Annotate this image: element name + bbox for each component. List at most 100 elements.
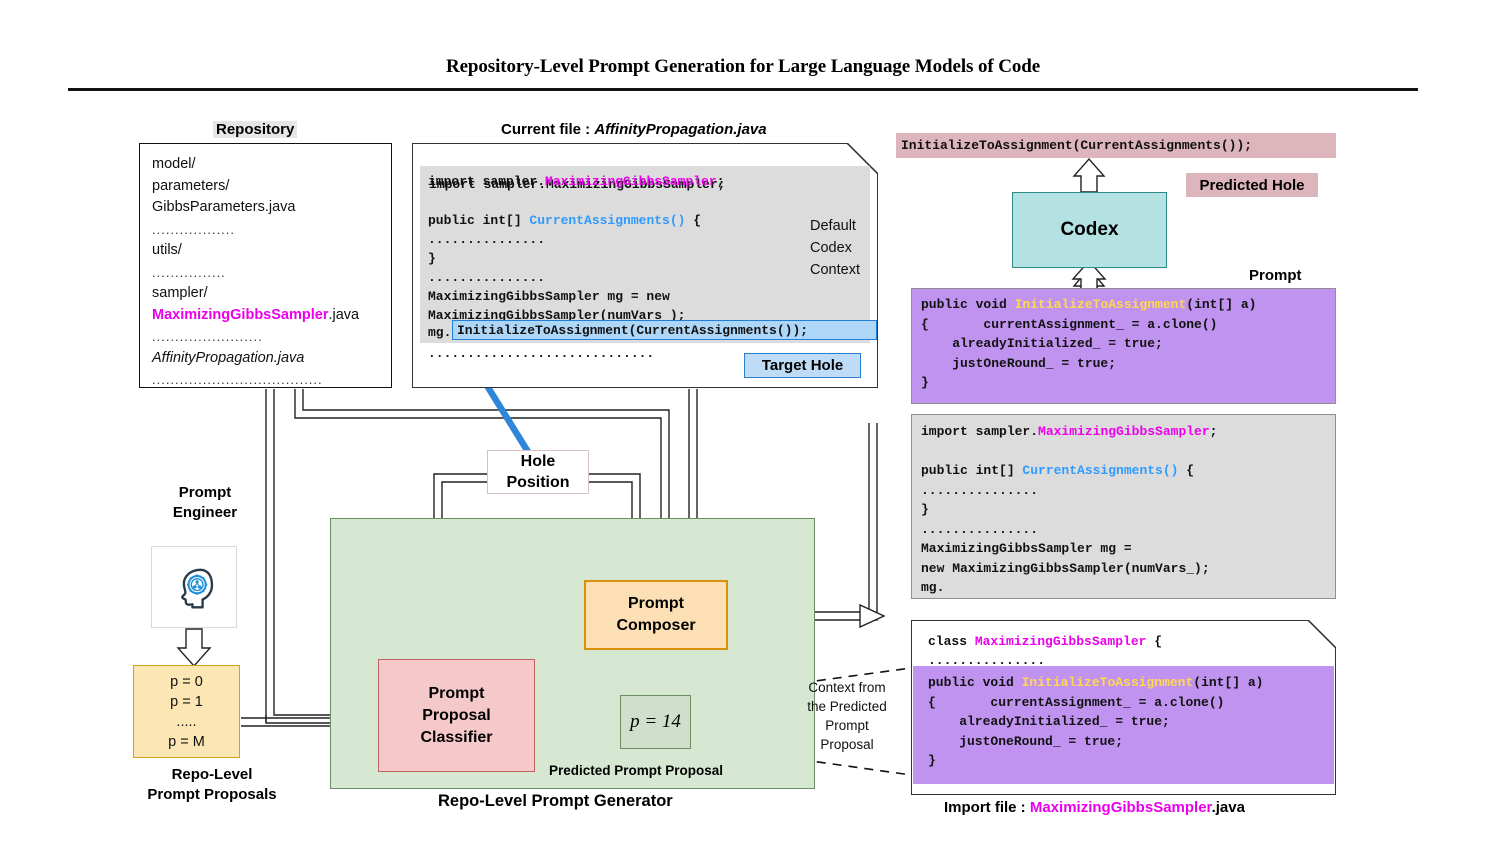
line: ; <box>1209 424 1218 439</box>
p14-label: p = 14 <box>630 711 681 732</box>
method-token: InitializeToAssignment <box>1021 675 1194 690</box>
repository-file-list: model/ parameters/ GibbsParameters.java … <box>152 154 390 391</box>
prompt-proposal-classifier-box: Prompt Proposal Classifier <box>378 659 535 772</box>
current-file-label-prefix: Current file : <box>501 121 595 138</box>
repo-item: utils/ <box>152 242 182 258</box>
cf-code-line-method: public int[] CurrentAssignments() { <box>428 213 702 228</box>
method-token: CurrentAssignments() <box>529 213 686 228</box>
line: { <box>1178 463 1195 478</box>
l1: Prompt <box>628 595 684 612</box>
generator-caption: Repo-Level Prompt Generator <box>438 792 673 810</box>
import-file-class-line: class MaximizingGibbsSampler { <box>928 632 1162 652</box>
line: ............... <box>921 482 1039 498</box>
target-hole-badge-label: Target Hole <box>761 357 844 374</box>
prompt-purple-block: public void InitializeToAssignment(int[]… <box>911 288 1336 404</box>
line: alreadyInitialized_ = true; <box>921 336 1163 351</box>
cf-code-line-new1: MaximizingGibbsSampler mg = new <box>428 289 670 304</box>
predicted-prompt-proposal-value: p = 14 <box>620 695 691 749</box>
import-file-caption: Import file : MaximizingGibbsSampler.jav… <box>944 799 1245 816</box>
hole-position-label: Hole Position <box>506 451 569 493</box>
codex-label: Codex <box>1060 219 1119 240</box>
prompt-gray-block: import sampler.MaximizingGibbsSampler; p… <box>911 414 1336 599</box>
repo-item-highlighted: MaximizingGibbsSampler.java <box>152 305 390 327</box>
proposal-item: p = M <box>168 733 205 750</box>
repo-highlight-ext: .java <box>328 306 360 323</box>
prompt-gray-code: import sampler.MaximizingGibbsSampler; p… <box>912 415 1335 598</box>
proposal-item: p = 1 <box>170 693 203 710</box>
import-file-purple-code: public void InitializeToAssignment(int[]… <box>913 666 1334 771</box>
import-file-box: class MaximizingGibbsSampler { .........… <box>911 620 1336 795</box>
l2: Proposal <box>422 706 491 724</box>
line: mg. <box>921 580 945 595</box>
ctx-line: Context from <box>808 680 886 695</box>
repo-item: sampler/ <box>152 285 208 301</box>
target-hole-badge: Target Hole <box>744 353 861 378</box>
class-token: MaximizingGibbsSampler <box>1038 424 1210 439</box>
predicted-prompt-proposal-caption: Predicted Prompt Proposal <box>549 763 724 778</box>
diagram-canvas: Repository-Level Prompt Generation for L… <box>0 0 1486 846</box>
l3: Classifier <box>420 728 493 746</box>
context-note-line: Default <box>810 218 856 234</box>
prompt-proposals-caption: Repo-Level Prompt Proposals <box>132 765 292 805</box>
l1: Prompt <box>428 684 485 702</box>
line: import sampler. <box>921 424 1039 439</box>
l2: Composer <box>616 617 696 634</box>
line: ............... <box>921 521 1039 537</box>
repo-item-dots: ................ <box>152 264 226 280</box>
line: justOneRound_ = true; <box>928 733 1124 749</box>
method-token: InitializeToAssignment <box>1014 297 1187 312</box>
predicted-hole-code: InitializeToAssignment(CurrentAssignment… <box>896 133 1336 158</box>
repo-item: GibbsParameters.java <box>152 199 296 215</box>
class-token: MaximizingGibbsSampler <box>545 174 717 189</box>
proposal-item-ellipsis: ..... <box>176 713 197 730</box>
brace: { <box>1146 634 1163 649</box>
repo-item-dots: ..................................... <box>152 372 323 387</box>
cf-code-line-hole-prefix: mg. <box>428 325 452 340</box>
line: { currentAssignment_ = a.clone() <box>921 316 1218 332</box>
repo-item-dots: .................. <box>152 221 236 237</box>
line: } <box>921 375 929 390</box>
repo-highlight-class: MaximizingGibbsSampler <box>152 306 329 323</box>
composer-label: Prompt Composer <box>616 593 695 637</box>
class-token: MaximizingGibbsSampler <box>974 634 1147 649</box>
l1: Hole <box>520 453 556 470</box>
current-file-label: Current file : AffinityPropagation.java <box>501 121 767 138</box>
line: justOneRound_ = true; <box>921 355 1117 371</box>
line: new MaximizingGibbsSampler(numVars_); <box>921 560 1210 576</box>
page-fold-icon <box>1308 620 1336 648</box>
classifier-label: Prompt Proposal Classifier <box>420 683 492 749</box>
head-gear-icon <box>181 568 214 609</box>
caption-line: Repo-Level <box>171 766 253 783</box>
import-caption-file: MaximizingGibbsSampler <box>1029 799 1212 816</box>
prompt-purple-code: public void InitializeToAssignment(int[]… <box>912 289 1335 393</box>
caption-line: Prompt Proposals <box>147 786 277 803</box>
repo-level-prompt-proposals-box: p = 0 p = 1 ..... p = M <box>133 665 240 758</box>
predicted-hole-badge-label: Predicted Hole <box>1199 176 1305 194</box>
kw: (int[] a) <box>1186 297 1257 312</box>
import-caption-prefix: Import file : <box>944 799 1030 816</box>
prompt-composer-box: Prompt Composer <box>584 580 728 650</box>
cf-code-line-brace: } <box>428 251 436 266</box>
import-file-purple-region: public void InitializeToAssignment(int[]… <box>913 666 1334 784</box>
line: alreadyInitialized_ = true; <box>928 714 1170 729</box>
kw: (int[] a) <box>1193 675 1264 690</box>
prompt-label: Prompt <box>1249 267 1302 284</box>
kw: public void <box>928 675 1022 690</box>
hole-position-box: Hole Position <box>487 450 589 494</box>
default-codex-context-note: Default Codex Context <box>810 215 874 281</box>
cf-code-line-trailing-dots: ............................. <box>428 346 655 361</box>
cf-code-line-dots: ............... <box>428 232 546 247</box>
prompt-engineer-label-line: Engineer <box>172 504 238 521</box>
cf-code-line-import: import sampler.MaximizingGibbsSampler; <box>428 174 725 189</box>
predicted-hole-badge: Predicted Hole <box>1186 173 1318 197</box>
method-token: CurrentAssignments() <box>1022 463 1179 478</box>
repo-item-current: AffinityPropagation.java <box>152 349 305 366</box>
line: } <box>921 502 929 517</box>
context-from-predicted-proposal-note: Context from the Predicted Prompt Propos… <box>792 678 902 754</box>
repo-item: model/ <box>152 156 196 172</box>
repo-item: parameters/ <box>152 177 230 194</box>
codex-model-box: Codex <box>1012 192 1167 268</box>
kw: class <box>928 634 975 649</box>
repository-label: Repository <box>213 121 298 138</box>
line: } <box>928 753 936 768</box>
